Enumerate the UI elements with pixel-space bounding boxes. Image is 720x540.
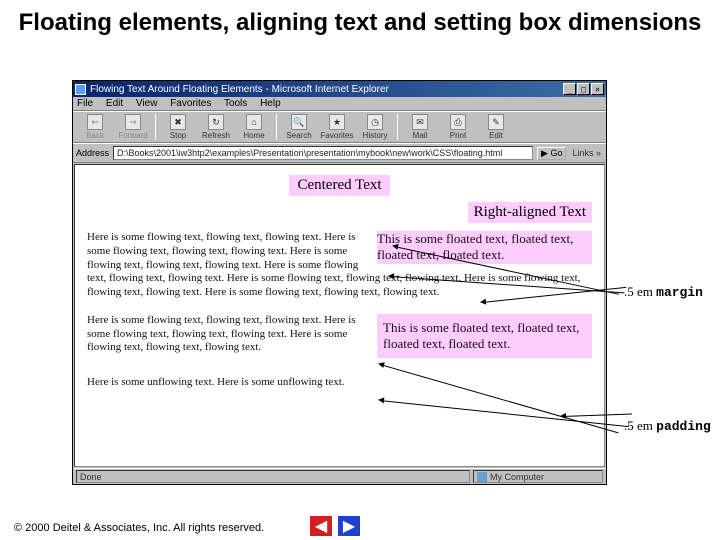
go-button[interactable]: ▶ Go <box>537 147 566 160</box>
links-label[interactable]: Links » <box>570 148 603 158</box>
history-button[interactable]: ◷History <box>356 114 394 140</box>
close-button[interactable]: × <box>591 83 604 95</box>
maximize-button[interactable]: □ <box>577 83 590 95</box>
page-content: Centered Text Right-aligned Text This is… <box>74 164 605 467</box>
home-button[interactable]: ⌂Home <box>235 114 273 140</box>
mail-button[interactable]: ✉Mail <box>401 114 439 140</box>
right-heading: Right-aligned Text <box>468 202 592 223</box>
favorites-button[interactable]: ★Favorites <box>318 114 356 140</box>
stage: Flowing Text Around Floating Elements - … <box>72 80 607 485</box>
prev-slide-button[interactable]: ◀ <box>310 516 332 536</box>
ie-window: Flowing Text Around Floating Elements - … <box>72 80 607 485</box>
forward-button[interactable]: ⇒Forward <box>114 114 152 140</box>
annotation-padding: .5 em padding <box>624 418 711 434</box>
address-label: Address <box>76 148 109 158</box>
window-title: Flowing Text Around Floating Elements - … <box>90 84 562 95</box>
float-box-margin: This is some floated text, floated text,… <box>377 231 592 264</box>
address-input[interactable]: D:\Books\2001\iw3htp2\examples\Presentat… <box>113 146 533 160</box>
menu-tools[interactable]: Tools <box>224 98 247 109</box>
toolbar: ⇐Back ⇒Forward ✖Stop ↻Refresh ⌂Home 🔍Sea… <box>73 111 606 143</box>
menu-file[interactable]: File <box>77 98 93 109</box>
toolbar-sep <box>155 114 156 140</box>
paragraph-1: This is some floated text, floated text,… <box>87 231 592 300</box>
print-button[interactable]: ⎙Print <box>439 114 477 140</box>
stop-button[interactable]: ✖Stop <box>159 114 197 140</box>
flow-text-2: Here is some flowing text, flowing text,… <box>87 314 356 354</box>
centered-heading: Centered Text <box>289 175 389 196</box>
menubar: File Edit View Favorites Tools Help <box>73 97 606 111</box>
status-done: Done <box>80 472 102 482</box>
status-bar: Done My Computer <box>73 468 606 484</box>
back-button[interactable]: ⇐Back <box>76 114 114 140</box>
paragraph-2: This is some floated text, floated text,… <box>87 314 592 355</box>
next-slide-button[interactable]: ▶ <box>338 516 360 536</box>
ie-icon <box>75 84 86 95</box>
annotation-margin: .5 em margin <box>624 284 703 300</box>
toolbar-sep <box>276 114 277 140</box>
menu-help[interactable]: Help <box>260 98 281 109</box>
toolbar-sep <box>397 114 398 140</box>
search-button[interactable]: 🔍Search <box>280 114 318 140</box>
menu-edit[interactable]: Edit <box>106 98 123 109</box>
float-box-padding: This is some floated text, floated text,… <box>377 314 592 359</box>
minimize-button[interactable]: _ <box>563 83 576 95</box>
address-bar: Address D:\Books\2001\iw3htp2\examples\P… <box>73 143 606 163</box>
menu-favorites[interactable]: Favorites <box>170 98 211 109</box>
computer-icon <box>477 472 487 482</box>
status-zone: My Computer <box>490 472 544 482</box>
refresh-button[interactable]: ↻Refresh <box>197 114 235 140</box>
menu-view[interactable]: View <box>136 98 158 109</box>
edit-button[interactable]: ✎Edit <box>477 114 515 140</box>
unflow-text: Here is some unflowing text. Here is som… <box>87 376 592 390</box>
copyright: © 2000 Deitel & Associates, Inc. All rig… <box>14 522 264 534</box>
slide-title: Floating elements, aligning text and set… <box>0 0 720 42</box>
nav-buttons: ◀ ▶ <box>310 516 360 536</box>
titlebar: Flowing Text Around Floating Elements - … <box>73 81 606 97</box>
